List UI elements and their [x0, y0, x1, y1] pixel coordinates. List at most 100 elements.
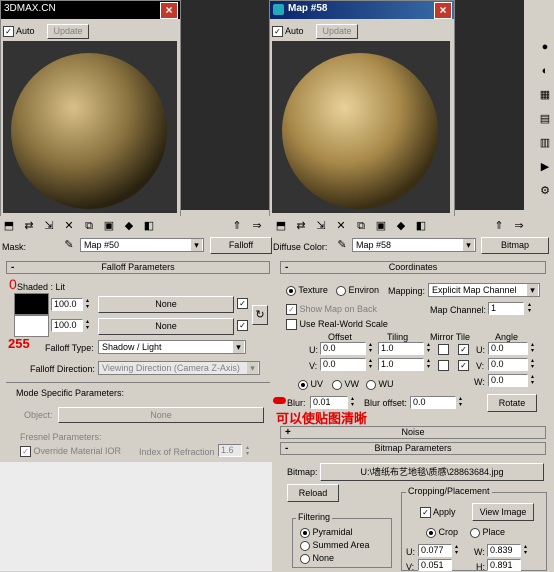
- map-channel-spinner[interactable]: ▴ ▾: [526, 302, 533, 314]
- show-map-icon[interactable]: ◆: [394, 219, 408, 233]
- v-angle-spinner[interactable]: ▴ ▾: [529, 358, 536, 370]
- crop-u-field[interactable]: 0.077: [418, 544, 452, 557]
- update-button[interactable]: Update: [316, 24, 358, 39]
- apply-checkbox[interactable]: ✓ Apply: [420, 507, 456, 519]
- reload-button[interactable]: Reload: [287, 484, 339, 502]
- crop-h-field[interactable]: 0.891: [487, 559, 521, 571]
- u-tile-checkbox[interactable]: ✓: [458, 344, 469, 355]
- show-end-icon[interactable]: ◧: [142, 219, 156, 233]
- v-offset-spinner[interactable]: ▴ ▾: [367, 358, 374, 370]
- save-icon[interactable]: ▣: [374, 219, 388, 233]
- auto-checkbox[interactable]: ✓ Auto: [3, 26, 35, 38]
- assign-material-icon[interactable]: ⇲: [42, 219, 56, 233]
- swap-colors-icon[interactable]: ↻: [252, 305, 268, 325]
- object-pick-button[interactable]: None: [58, 407, 264, 423]
- blur-offset-spinner[interactable]: ▴ ▾: [457, 396, 464, 408]
- u-angle-spinner[interactable]: ▴ ▾: [529, 342, 536, 354]
- save-icon[interactable]: ▣: [102, 219, 116, 233]
- v-tiling-spinner[interactable]: ▴ ▾: [425, 358, 432, 370]
- make-unique-icon[interactable]: ⧉: [354, 219, 368, 233]
- v-angle-field[interactable]: 0.0: [488, 358, 528, 371]
- reset-map-icon[interactable]: ✕: [62, 219, 76, 233]
- map-channel-field[interactable]: 1: [488, 302, 524, 315]
- summed-area-radio[interactable]: Summed Area: [300, 540, 370, 551]
- pyramidal-radio[interactable]: Pyramidal: [300, 527, 353, 538]
- go-parent-icon[interactable]: ⇑: [230, 219, 244, 233]
- ior-field[interactable]: 1.6: [218, 444, 242, 457]
- uv-tiling-icon[interactable]: ▤: [538, 112, 552, 126]
- row1-amount-field[interactable]: 100.0: [51, 298, 83, 311]
- crop-radio[interactable]: Crop: [426, 527, 458, 538]
- row2-map-toggle[interactable]: ✓: [237, 320, 248, 331]
- eyedropper-icon[interactable]: ✎: [62, 238, 76, 252]
- falloff-direction-dropdown[interactable]: Viewing Direction (Camera Z-Axis): [98, 361, 260, 375]
- row2-amount-field[interactable]: 100.0: [51, 319, 83, 332]
- auto-checkbox[interactable]: ✓ Auto: [272, 26, 304, 38]
- white-color-swatch[interactable]: [14, 315, 49, 337]
- none-radio[interactable]: None: [300, 553, 334, 564]
- u-angle-field[interactable]: 0.0: [488, 342, 528, 355]
- close-button[interactable]: ×: [434, 2, 452, 19]
- blur-offset-field[interactable]: 0.0: [410, 396, 456, 409]
- w-angle-spinner[interactable]: ▴ ▾: [529, 374, 536, 386]
- falloff-type-dropdown[interactable]: Shadow / Light: [98, 340, 246, 354]
- go-sibling-icon[interactable]: ⇒: [512, 219, 526, 233]
- get-material-icon[interactable]: ⬒: [2, 219, 16, 233]
- crop-w-field[interactable]: 0.839: [487, 544, 521, 557]
- map-name-dropdown[interactable]: Map #58: [352, 238, 476, 252]
- override-ior-checkbox[interactable]: ✓ Override Material IOR: [20, 446, 121, 458]
- ior-spinner[interactable]: ▴ ▾: [244, 445, 251, 457]
- row1-map-button[interactable]: None: [98, 296, 234, 313]
- rotate-button[interactable]: Rotate: [487, 394, 537, 412]
- blur-spinner[interactable]: ▴ ▾: [349, 396, 356, 408]
- v-tile-checkbox[interactable]: ✓: [458, 360, 469, 371]
- view-image-button[interactable]: View Image: [472, 503, 534, 521]
- v-mirror-checkbox[interactable]: [438, 360, 449, 371]
- bitmap-path-button[interactable]: U:\墙纸布艺地毯\质感\28863684.jpg: [320, 463, 544, 481]
- reset-map-icon[interactable]: ✕: [334, 219, 348, 233]
- show-map-on-back-checkbox[interactable]: ✓ Show Map on Back: [286, 304, 377, 316]
- mapping-dropdown[interactable]: Explicit Map Channel: [428, 283, 540, 297]
- get-material-icon[interactable]: ⬒: [274, 219, 288, 233]
- put-material-icon[interactable]: ⇄: [22, 219, 36, 233]
- go-parent-icon[interactable]: ⇑: [492, 219, 506, 233]
- vw-radio[interactable]: VW: [332, 379, 359, 390]
- row2-map-button[interactable]: None: [98, 318, 234, 335]
- u-offset-spinner[interactable]: ▴ ▾: [367, 342, 374, 354]
- go-sibling-icon[interactable]: ⇒: [250, 219, 264, 233]
- v-offset-field[interactable]: 0.0: [320, 358, 366, 371]
- map-type-button[interactable]: Falloff: [210, 237, 272, 254]
- noise-rollout[interactable]: + Noise: [280, 426, 546, 439]
- wu-radio[interactable]: WU: [366, 379, 394, 390]
- close-button[interactable]: ×: [160, 2, 178, 19]
- coordinates-rollout[interactable]: - Coordinates: [280, 261, 546, 274]
- u-offset-field[interactable]: 0.0: [320, 342, 366, 355]
- black-color-swatch[interactable]: [14, 293, 49, 315]
- w-angle-field[interactable]: 0.0: [488, 374, 528, 387]
- falloff-rollout[interactable]: - Falloff Parameters: [6, 261, 270, 274]
- preview-icon[interactable]: ▶: [538, 160, 552, 174]
- bitmap-parameters-rollout[interactable]: - Bitmap Parameters: [280, 442, 546, 455]
- crop-w-spinner[interactable]: ▴ ▾: [522, 544, 529, 556]
- map-name-dropdown[interactable]: Map #50: [80, 238, 204, 252]
- uv-radio[interactable]: UV: [298, 379, 323, 390]
- backlight-icon[interactable]: ◐: [538, 64, 552, 78]
- background-icon[interactable]: ▦: [538, 88, 552, 102]
- crop-u-spinner[interactable]: ▴ ▾: [453, 544, 460, 556]
- map-type-button[interactable]: Bitmap: [481, 237, 549, 254]
- real-world-scale-checkbox[interactable]: Use Real-World Scale: [286, 319, 388, 331]
- video-check-icon[interactable]: ▥: [538, 136, 552, 150]
- eyedropper-icon[interactable]: ✎: [335, 238, 349, 252]
- row1-spinner[interactable]: ▴ ▾: [84, 298, 91, 310]
- show-map-icon[interactable]: ◆: [122, 219, 136, 233]
- u-tiling-field[interactable]: 1.0: [378, 342, 424, 355]
- sample-type-icon[interactable]: ●: [538, 40, 552, 54]
- u-mirror-checkbox[interactable]: [438, 344, 449, 355]
- environ-radio[interactable]: Environ: [336, 285, 379, 296]
- texture-radio[interactable]: Texture: [286, 285, 328, 296]
- place-radio[interactable]: Place: [470, 527, 505, 538]
- v-tiling-field[interactable]: 1.0: [378, 358, 424, 371]
- assign-material-icon[interactable]: ⇲: [314, 219, 328, 233]
- put-material-icon[interactable]: ⇄: [294, 219, 308, 233]
- row2-spinner[interactable]: ▴ ▾: [84, 319, 91, 331]
